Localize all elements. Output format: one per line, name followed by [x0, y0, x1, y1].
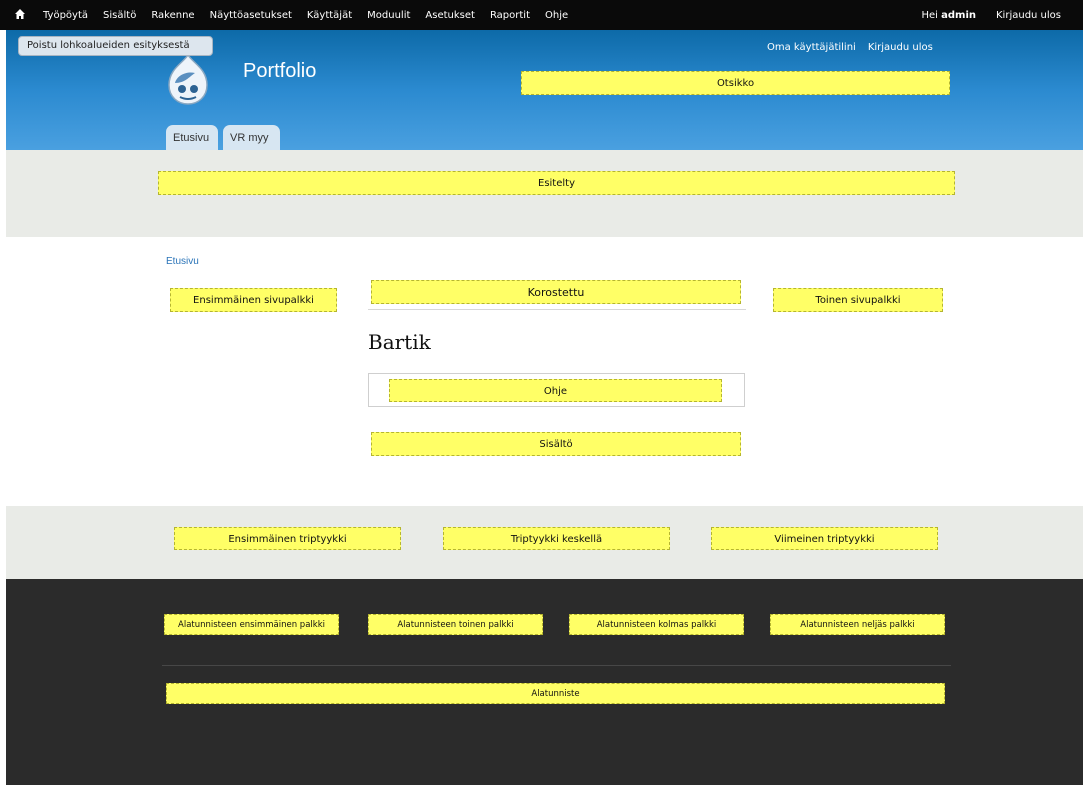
region-featured-label: Esitelty	[538, 178, 575, 189]
toolbar-greeting: Hei admin	[921, 10, 976, 21]
region-featured: Esitelty	[158, 171, 955, 195]
region-sidebar-first-label: Ensimmäinen sivupalkki	[193, 295, 314, 306]
region-triptych-last-label: Viimeinen triptyykki	[774, 534, 875, 545]
toolbar-item-ohje[interactable]: Ohje	[545, 10, 568, 21]
drupal-logo-icon[interactable]	[163, 53, 213, 105]
region-footer-firstcolumn: Alatunnisteen ensimmäinen palkki	[164, 614, 339, 635]
region-triptych-first: Ensimmäinen triptyykki	[174, 527, 401, 550]
toolbar-logout-link[interactable]: Kirjaudu ulos	[996, 10, 1061, 21]
toolbar-item-moduulit[interactable]: Moduulit	[367, 10, 410, 21]
region-triptych-last: Viimeinen triptyykki	[711, 527, 938, 550]
region-footer: Alatunniste	[166, 683, 945, 704]
region-footer-fourthcolumn: Alatunnisteen neljäs palkki	[770, 614, 945, 635]
region-help: Ohje	[389, 379, 722, 402]
breadcrumb[interactable]: Etusivu	[166, 256, 199, 267]
region-sidebar-first: Ensimmäinen sivupalkki	[170, 288, 337, 312]
region-footer-fourthcolumn-label: Alatunnisteen neljäs palkki	[800, 620, 915, 630]
tab-etusivu[interactable]: Etusivu	[166, 125, 218, 150]
toolbar-item-rakenne[interactable]: Rakenne	[151, 10, 194, 21]
toolbar-item-kayttajat[interactable]: Käyttäjät	[307, 10, 352, 21]
greeting-prefix: Hei	[921, 9, 938, 21]
region-help-label: Ohje	[543, 386, 568, 397]
toolbar-menu: Työpöytä Sisältö Rakenne Näyttöasetukset…	[43, 0, 583, 30]
page: Työpöytä Sisältö Rakenne Näyttöasetukset…	[0, 0, 1083, 785]
region-triptych-first-label: Ensimmäinen triptyykki	[228, 534, 347, 545]
region-triptych-middle: Triptyykki keskellä	[443, 527, 670, 550]
region-footer-label: Alatunniste	[531, 689, 580, 699]
site-name[interactable]: Portfolio	[243, 60, 316, 83]
region-content: Sisältö	[371, 432, 741, 456]
region-content-label: Sisältö	[539, 439, 573, 450]
tab-vr-myy[interactable]: VR myy	[223, 125, 280, 150]
region-sidebar-second: Toinen sivupalkki	[773, 288, 943, 312]
footer-band	[6, 579, 1083, 785]
header-logout-link[interactable]: Kirjaudu ulos	[868, 42, 933, 53]
region-footer-secondcolumn: Alatunnisteen toinen palkki	[368, 614, 543, 635]
toolbar-item-raportit[interactable]: Raportit	[490, 10, 530, 21]
toolbar-item-nayttoasetukset[interactable]: Näyttöasetukset	[210, 10, 292, 21]
region-sidebar-second-label: Toinen sivupalkki	[815, 295, 901, 306]
region-triptych-middle-label: Triptyykki keskellä	[510, 534, 603, 545]
region-header-label: Otsikko	[716, 78, 755, 89]
region-footer-thirdcolumn-label: Alatunnisteen kolmas palkki	[596, 620, 717, 630]
my-account-link[interactable]: Oma käyttäjätilini	[767, 42, 856, 53]
toolbar-item-sisalto[interactable]: Sisältö	[103, 10, 136, 21]
toolbar-user-area: Hei admin Kirjaudu ulos	[921, 0, 1061, 30]
home-icon[interactable]	[14, 8, 26, 20]
toolbar-username[interactable]: admin	[941, 10, 976, 21]
toolbar-item-asetukset[interactable]: Asetukset	[425, 10, 475, 21]
admin-toolbar: Työpöytä Sisältö Rakenne Näyttöasetukset…	[0, 0, 1083, 30]
content-divider	[368, 309, 746, 310]
region-footer-thirdcolumn: Alatunnisteen kolmas palkki	[569, 614, 744, 635]
region-footer-firstcolumn-label: Alatunnisteen ensimmäinen palkki	[178, 620, 325, 630]
footer-divider	[162, 665, 951, 666]
region-footer-secondcolumn-label: Alatunnisteen toinen palkki	[397, 620, 514, 630]
exit-block-demo-button[interactable]: Poistu lohkoalueiden esityksestä	[18, 36, 213, 56]
secondary-menu: Oma käyttäjätilini Kirjaudu ulos	[767, 42, 945, 53]
region-header: Otsikko	[521, 71, 950, 95]
region-highlighted-label: Korostettu	[527, 286, 585, 299]
page-title: Bartik	[368, 330, 431, 354]
toolbar-item-tyopoyta[interactable]: Työpöytä	[43, 10, 88, 21]
region-highlighted: Korostettu	[371, 280, 741, 304]
